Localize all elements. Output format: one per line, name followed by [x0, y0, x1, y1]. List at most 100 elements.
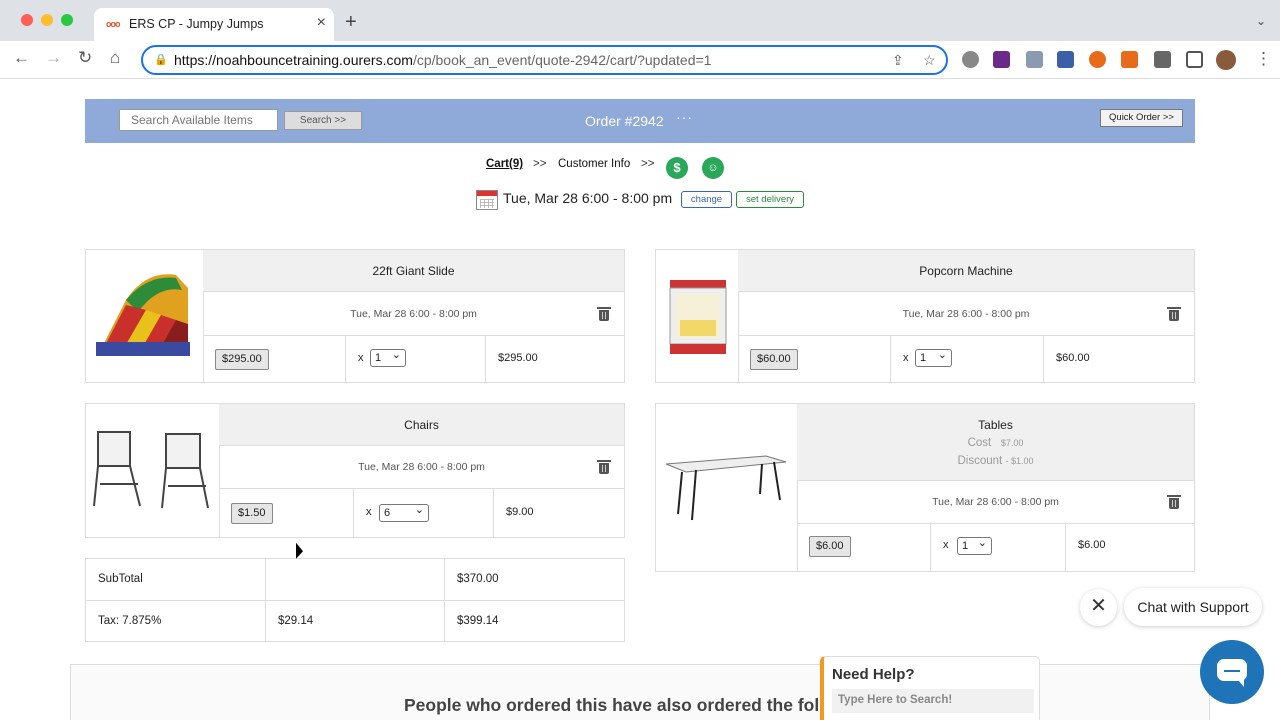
- quantity-select[interactable]: 1: [957, 535, 992, 555]
- close-tab-icon[interactable]: ×: [317, 14, 326, 32]
- card-body: Chairs Tue, Mar 28 6:00 - 8:00 pm $1.50 …: [219, 404, 624, 537]
- quantity-select[interactable]: 1: [370, 347, 406, 367]
- lock-icon: 🔒: [154, 54, 168, 66]
- help-search-input[interactable]: Type Here to Search!: [832, 689, 1034, 713]
- chat-bubble-icon: [1217, 659, 1247, 687]
- line-total: $295.00: [498, 352, 538, 364]
- extension-icon[interactable]: [1057, 51, 1074, 68]
- step-customer-info[interactable]: Customer Info: [558, 158, 630, 170]
- help-widget: Need Help? Type Here to Search!: [820, 656, 1040, 720]
- price-button[interactable]: $1.50: [231, 503, 273, 524]
- trash-icon[interactable]: [597, 307, 611, 321]
- settings-extension-icon[interactable]: [962, 51, 979, 68]
- payment-dollar-icon[interactable]: $: [666, 157, 688, 179]
- tax-label: Tax: 7.875%: [86, 601, 266, 642]
- browser-tab[interactable]: ooo ERS CP - Jumpy Jumps ×: [94, 8, 334, 41]
- extension-icon[interactable]: [993, 51, 1010, 68]
- item-date: Tue, Mar 28 6:00 - 8:00 pm: [203, 292, 624, 336]
- duckduckgo-extension-icon[interactable]: [1089, 51, 1106, 68]
- table-illustration: [665, 455, 787, 521]
- close-window-button[interactable]: [21, 14, 33, 26]
- item-row: $1.50 x 6 $9.00: [219, 489, 624, 537]
- forward-arrow-icon[interactable]: →: [45, 49, 62, 66]
- event-date: Tue, Mar 28 6:00 - 8:00 pm: [503, 190, 673, 206]
- cart-item-tables: Tables Cost $7.00 Discount - $1.00 Tue, …: [655, 403, 1195, 572]
- item-discount: Discount - $1.00: [957, 455, 1034, 467]
- card-body: Tables Cost $7.00 Discount - $1.00 Tue, …: [797, 404, 1194, 571]
- item-date: Tue, Mar 28 6:00 - 8:00 pm: [797, 481, 1194, 524]
- step-separator: >>: [641, 158, 655, 170]
- tab-title: ERS CP - Jumpy Jumps: [129, 17, 264, 31]
- qty-multiplier: x: [903, 352, 909, 364]
- popcorn-illustration: [669, 280, 727, 354]
- item-name: Popcorn Machine: [738, 250, 1194, 292]
- url-text: https://noahbouncetraining.ourers.com/cp…: [174, 52, 712, 68]
- popcorn-machine-image: [656, 250, 739, 382]
- customer-contact-icon[interactable]: ☺: [702, 157, 724, 179]
- trash-icon[interactable]: [597, 460, 611, 474]
- step-cart[interactable]: Cart(9): [486, 158, 523, 170]
- browser-tab-bar: ooo ERS CP - Jumpy Jumps × + ⌄: [0, 0, 1280, 41]
- change-date-button[interactable]: change: [681, 191, 732, 208]
- bookmark-star-icon[interactable]: ☆: [923, 52, 936, 69]
- home-icon[interactable]: ⌂: [110, 49, 120, 66]
- search-button[interactable]: Search >>: [284, 111, 362, 130]
- tax-row: Tax: 7.875% $29.14 $399.14: [86, 600, 624, 642]
- grand-total: $399.14: [457, 615, 499, 627]
- back-arrow-icon[interactable]: ←: [13, 49, 30, 66]
- minimize-window-button[interactable]: [41, 14, 53, 26]
- qty-multiplier: x: [943, 539, 949, 551]
- subtotal-value: $370.00: [457, 573, 499, 585]
- giant-slide-image: [86, 250, 204, 382]
- line-total: $6.00: [1078, 539, 1106, 551]
- quantity-select[interactable]: 6: [379, 502, 429, 522]
- slide-illustration: [96, 274, 190, 356]
- chairs-illustration: [93, 431, 209, 509]
- chat-launcher-button[interactable]: [1200, 640, 1264, 704]
- item-row: $60.00 x 1 $60.00: [738, 336, 1194, 382]
- calendar-icon: [476, 190, 498, 210]
- chat-with-support-button[interactable]: Chat with Support: [1124, 588, 1262, 626]
- cart-item-popcorn-machine: Popcorn Machine Tue, Mar 28 6:00 - 8:00 …: [655, 249, 1195, 383]
- tab-search-chevron-icon[interactable]: ⌄: [1256, 14, 1266, 28]
- price-button[interactable]: $60.00: [750, 349, 798, 370]
- order-title: Order #2942: [585, 113, 664, 129]
- close-chat-icon[interactable]: ✕: [1080, 589, 1117, 626]
- trash-icon[interactable]: [1167, 495, 1181, 509]
- search-input[interactable]: [119, 109, 278, 131]
- new-tab-icon[interactable]: +: [345, 12, 357, 32]
- card-body: Popcorn Machine Tue, Mar 28 6:00 - 8:00 …: [738, 250, 1194, 382]
- subtotal-row: SubTotal $370.00: [86, 559, 624, 601]
- profile-avatar[interactable]: [1216, 50, 1236, 70]
- puzzle-extensions-icon[interactable]: [1154, 51, 1171, 68]
- maximize-window-button[interactable]: [61, 14, 73, 26]
- tax-value: $29.14: [266, 601, 445, 642]
- reload-icon[interactable]: ↻: [78, 49, 92, 66]
- item-name: 22ft Giant Slide: [203, 250, 624, 292]
- cart-item-giant-slide: 22ft Giant Slide Tue, Mar 28 6:00 - 8:00…: [85, 249, 625, 383]
- item-date: Tue, Mar 28 6:00 - 8:00 pm: [219, 446, 624, 489]
- checkout-steps: Cart(9) >> Customer Info >> $ ☺ Tue, Mar…: [85, 143, 1195, 227]
- item-date: Tue, Mar 28 6:00 - 8:00 pm: [738, 292, 1194, 336]
- quick-order-button[interactable]: Quick Order >>: [1100, 109, 1183, 127]
- quantity-select[interactable]: 1: [915, 347, 952, 367]
- redirect-extension-icon[interactable]: [1121, 51, 1138, 68]
- item-row: $6.00 x 1 $6.00: [797, 522, 1194, 571]
- trash-icon[interactable]: [1167, 307, 1181, 321]
- recommendations-heading: People who ordered this have also ordere…: [404, 695, 825, 715]
- side-panel-icon[interactable]: [1186, 51, 1203, 68]
- set-delivery-button[interactable]: set delivery: [736, 191, 804, 208]
- help-title: Need Help?: [832, 666, 915, 683]
- address-bar[interactable]: 🔒 https://noahbouncetraining.ourers.com/…: [141, 45, 948, 75]
- price-button[interactable]: $295.00: [215, 349, 269, 370]
- line-total: $60.00: [1056, 352, 1090, 364]
- order-menu-dots-icon[interactable]: ···: [676, 109, 693, 125]
- qty-multiplier: x: [358, 352, 364, 364]
- tables-image: [656, 404, 798, 571]
- browser-toolbar: ← → ↻ ⌂ 🔒 https://noahbouncetraining.our…: [0, 41, 1280, 79]
- extension-icon[interactable]: [1026, 51, 1043, 68]
- price-button[interactable]: $6.00: [809, 536, 851, 557]
- cart-item-chairs: Chairs Tue, Mar 28 6:00 - 8:00 pm $1.50 …: [85, 403, 625, 538]
- share-icon[interactable]: ⇪: [892, 52, 904, 69]
- browser-menu-icon[interactable]: ⋮: [1255, 50, 1272, 67]
